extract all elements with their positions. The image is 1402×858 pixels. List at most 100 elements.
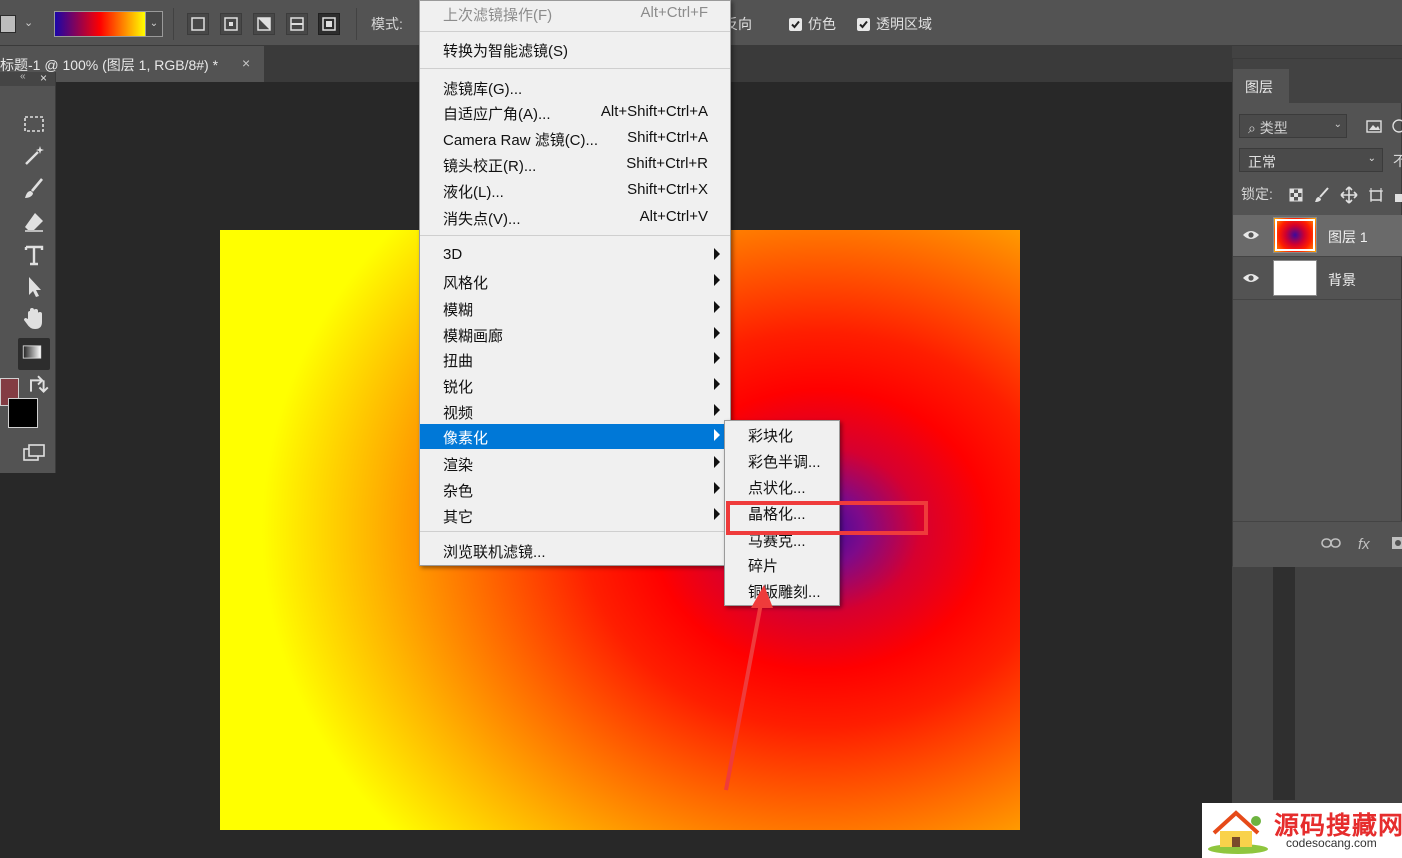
collapse-icon[interactable]: « <box>20 71 26 82</box>
menu-item-label: Camera Raw 滤镜(C)... <box>443 132 599 149</box>
tab-layers[interactable]: 图层 <box>1233 69 1289 103</box>
submenu-item-label: 碎片 <box>748 558 779 575</box>
submenu-arrow-icon <box>714 404 720 416</box>
dither-checkbox[interactable] <box>789 17 802 31</box>
close-icon[interactable]: × <box>40 71 47 85</box>
visibility-eye-icon[interactable] <box>1242 228 1260 242</box>
linear-gradient-icon[interactable] <box>187 13 209 35</box>
lock-all-icon[interactable] <box>1391 186 1402 204</box>
transparency-label: 透明区域 <box>876 16 932 32</box>
menu-item-label: 风格化 <box>443 275 489 292</box>
gradient-tool-icon[interactable] <box>18 338 50 370</box>
menu-item-lens-correction[interactable]: 镜头校正(R)... Shift+Ctrl+R <box>420 152 730 177</box>
visibility-eye-icon[interactable] <box>1242 271 1260 285</box>
add-mask-icon[interactable] <box>1391 536 1402 554</box>
layer-thumbnail[interactable] <box>1273 217 1317 253</box>
menu-item-shortcut: Alt+Shift+Ctrl+A <box>600 103 708 120</box>
menu-item-sharpen[interactable]: 锐化 <box>420 373 730 398</box>
menu-item-convert-smart-filters[interactable]: 转换为智能滤镜(S) <box>420 37 730 62</box>
tool-preset-icon[interactable] <box>0 15 16 33</box>
menu-item-label: 模糊 <box>443 302 474 319</box>
menu-item-distort[interactable]: 扭曲 <box>420 347 730 372</box>
diamond-gradient-icon[interactable] <box>318 13 340 35</box>
layer-row[interactable]: 图层 1 <box>1233 215 1402 257</box>
submenu-item-mezzotint[interactable]: 铜版雕刻... <box>725 577 839 603</box>
menu-item-vanishing-point[interactable]: 消失点(V)... Alt+Ctrl+V <box>420 205 730 230</box>
link-layers-icon[interactable] <box>1321 536 1341 553</box>
menu-item-label: 像素化 <box>443 430 489 447</box>
menu-item-stylize[interactable]: 风格化 <box>420 269 730 294</box>
lock-transparent-pixels-icon[interactable] <box>1287 186 1305 204</box>
type-tool-icon[interactable] <box>20 241 48 269</box>
panel-scrollbar[interactable] <box>1273 565 1295 800</box>
lock-image-pixels-icon[interactable] <box>1313 186 1331 204</box>
path-selection-tool-icon[interactable] <box>20 273 48 301</box>
submenu-item-label: 彩块化 <box>748 428 794 445</box>
layer-thumbnail[interactable] <box>1273 260 1317 296</box>
layer-filter-label: 类型 <box>1259 120 1288 136</box>
watermark-house-logo-icon <box>1208 810 1268 854</box>
submenu-item-pointillize[interactable]: 点状化... <box>725 473 839 499</box>
close-tab-icon[interactable]: × <box>242 55 250 71</box>
gradient-picker-caret-icon[interactable]: ⌄ <box>146 11 163 37</box>
menu-item-camera-raw[interactable]: Camera Raw 滤镜(C)... Shift+Ctrl+A <box>420 126 730 151</box>
menu-item-video[interactable]: 视频 <box>420 399 730 424</box>
menu-item-other[interactable]: 其它 <box>420 503 730 528</box>
submenu-arrow-icon <box>714 508 720 520</box>
submenu-item-color-halftone-block[interactable]: 彩块化 <box>725 421 839 447</box>
menu-item-3d[interactable]: 3D <box>420 243 730 268</box>
menu-item-pixelate[interactable]: 像素化 <box>420 424 730 449</box>
submenu-arrow-icon <box>714 378 720 390</box>
hand-tool-icon[interactable] <box>20 305 48 333</box>
layers-tab-row: 图层 <box>1233 59 1402 103</box>
menu-item-shortcut: Alt+Ctrl+F <box>640 4 708 21</box>
submenu-item-label: 点状化... <box>748 480 806 497</box>
submenu-arrow-icon <box>714 456 720 468</box>
transparency-checkbox[interactable] <box>857 17 870 31</box>
menu-item-blur-gallery[interactable]: 模糊画廊 <box>420 322 730 347</box>
menu-item-browse-online-filters[interactable]: 浏览联机滤镜... <box>420 538 730 563</box>
eraser-tool-icon[interactable] <box>20 208 48 236</box>
transparency-option[interactable]: 透明区域 <box>857 14 932 34</box>
angle-gradient-icon[interactable] <box>253 13 275 35</box>
menu-item-liquify[interactable]: 液化(L)... Shift+Ctrl+X <box>420 178 730 203</box>
tool-preset-caret-icon[interactable]: ⌄ <box>24 16 33 29</box>
layer-name[interactable]: 图层 1 <box>1328 227 1368 247</box>
image-filter-icon[interactable] <box>1363 115 1385 137</box>
background-color-swatch[interactable] <box>8 398 38 428</box>
magic-wand-tool-icon[interactable] <box>20 142 48 170</box>
document-title: 标题-1 @ 100% (图层 1, RGB/8#) * <box>0 57 219 73</box>
gradient-preview[interactable] <box>54 11 146 37</box>
adjustment-filter-icon[interactable] <box>1389 115 1402 137</box>
layer-row[interactable]: 背景 <box>1233 258 1402 300</box>
menu-item-label: 液化(L)... <box>443 184 504 201</box>
submenu-item-fragment[interactable]: 碎片 <box>725 551 839 577</box>
brush-tool-icon[interactable] <box>20 175 48 203</box>
menu-item-filter-gallery[interactable]: 滤镜库(G)... <box>420 75 730 100</box>
submenu-item-color-halftone[interactable]: 彩色半调... <box>725 447 839 473</box>
swap-colors-icon[interactable] <box>24 372 49 393</box>
menu-item-render[interactable]: 渲染 <box>420 451 730 476</box>
separator <box>356 8 357 40</box>
search-icon: ⌕ <box>1248 120 1260 136</box>
marquee-tool-icon[interactable] <box>20 110 48 138</box>
layer-name[interactable]: 背景 <box>1328 270 1356 290</box>
menu-item-label: 上次滤镜操作(F) <box>443 7 553 24</box>
layers-panel: 图层 ⌕ 类型 ⌄ 正常 ⌄ 不 锁定: 图层 1 背景 fx <box>1232 58 1402 567</box>
layer-style-fx-icon[interactable]: fx <box>1358 536 1370 553</box>
menu-item-label: 视频 <box>443 405 474 422</box>
menu-item-blur[interactable]: 模糊 <box>420 296 730 321</box>
menu-item-noise[interactable]: 杂色 <box>420 477 730 502</box>
menu-item-adaptive-wide-angle[interactable]: 自适应广角(A)... Alt+Shift+Ctrl+A <box>420 100 730 125</box>
reflected-gradient-icon[interactable] <box>286 13 308 35</box>
lock-artboard-icon[interactable] <box>1367 186 1385 204</box>
submenu-arrow-icon <box>714 301 720 313</box>
screen-mode-icon[interactable] <box>20 439 48 467</box>
layer-filter-select[interactable]: ⌕ 类型 ⌄ <box>1239 114 1347 138</box>
blend-mode-select[interactable]: 正常 ⌄ <box>1239 148 1383 172</box>
menu-item-last-filter[interactable]: 上次滤镜操作(F) Alt+Ctrl+F <box>420 1 730 26</box>
radial-gradient-icon[interactable] <box>220 13 242 35</box>
lock-position-icon[interactable] <box>1340 186 1358 204</box>
dither-option[interactable]: 仿色 <box>789 14 836 34</box>
menu-item-label: 浏览联机滤镜... <box>443 544 546 561</box>
